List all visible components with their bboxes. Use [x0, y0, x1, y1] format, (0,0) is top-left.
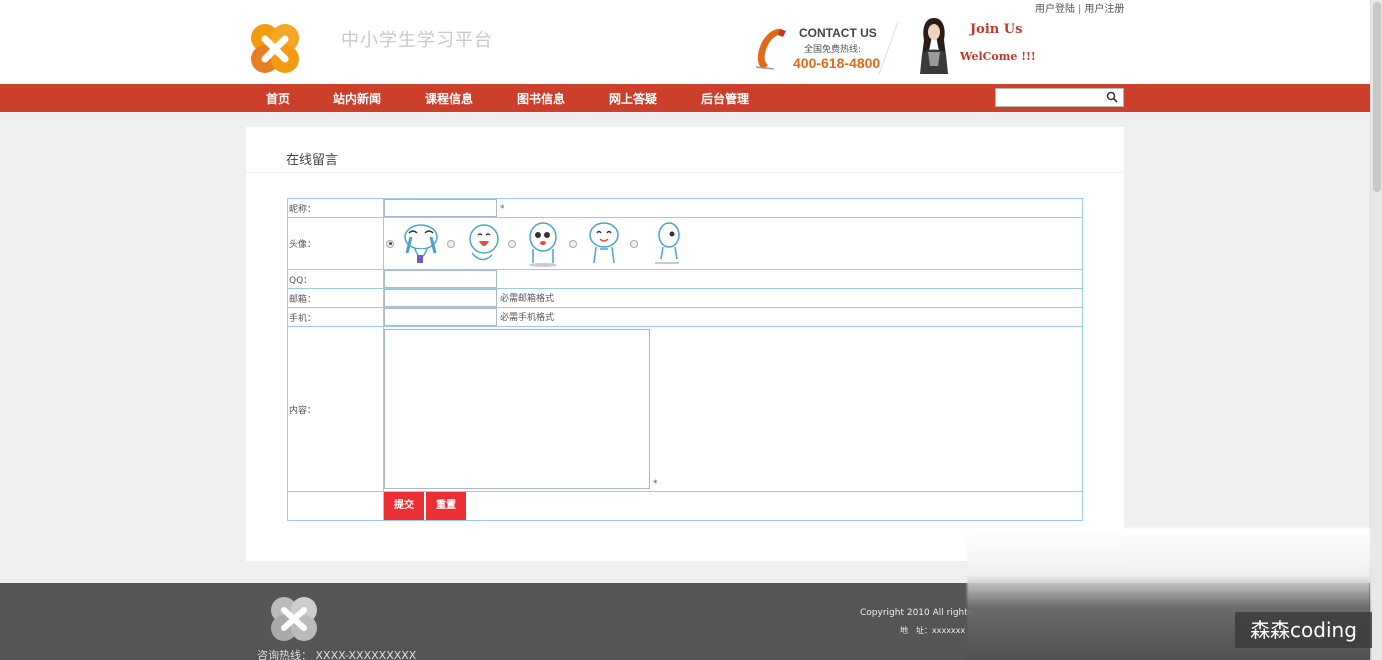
- phone-icon: [755, 28, 786, 70]
- top-links: 用户登陆 | 用户注册: [1035, 0, 1124, 15]
- search-box: [995, 88, 1124, 107]
- avatar-radio-3[interactable]: [508, 239, 516, 248]
- avatar-surprised-icon[interactable]: [519, 219, 567, 269]
- email-hint: 必需邮箱格式: [500, 293, 555, 304]
- qq-input[interactable]: [384, 270, 497, 288]
- nickname-input[interactable]: [384, 199, 497, 217]
- content-textarea[interactable]: [384, 329, 650, 489]
- search-icon[interactable]: [1106, 91, 1118, 103]
- nickname-required-mark: *: [500, 203, 505, 214]
- login-link[interactable]: 用户登陆: [1035, 4, 1075, 15]
- site-header: 中小学生学习平台 用户登陆 | 用户注册 CONTACT US 全国免费热线: 40…: [0, 0, 1370, 84]
- page-scrollbar[interactable]: [1370, 0, 1382, 660]
- footer-logo-icon: [271, 597, 317, 641]
- avatar-radio-2[interactable]: [447, 239, 455, 248]
- nickname-cell: *: [383, 198, 1083, 218]
- welcome-text: WelCome !!!: [960, 50, 1036, 63]
- register-link[interactable]: 用户注册: [1084, 4, 1124, 15]
- nav-item-admin[interactable]: 后台管理: [701, 90, 749, 107]
- nickname-label: 昵称：: [287, 198, 384, 218]
- content-required-mark: *: [653, 479, 658, 489]
- content-label: 内容：: [287, 326, 384, 492]
- footer-address: 地 址：xxxxxxx: [900, 626, 966, 635]
- nav-item-books[interactable]: 图书信息: [517, 90, 565, 107]
- avatar-crying-icon[interactable]: [397, 219, 445, 269]
- nav-item-news[interactable]: 站内新闻: [333, 90, 381, 107]
- avatar-options: [384, 219, 1082, 269]
- phone-hint: 必需手机格式: [500, 312, 555, 323]
- submit-button[interactable]: 提交: [384, 492, 424, 520]
- avatar-radio-4[interactable]: [569, 239, 577, 248]
- avatar-cell: [383, 217, 1083, 270]
- scrollbar-thumb[interactable]: [1373, 2, 1381, 192]
- email-cell: 必需邮箱格式: [383, 288, 1083, 308]
- site-title: 中小学生学习平台: [341, 30, 493, 51]
- contact-subtitle: 全国免费热线:: [804, 45, 862, 55]
- buttons-cell: 提交 重置: [383, 491, 1083, 521]
- message-form: 昵称： * 头像： QQ： 邮箱： 必需邮箱格式 手机： 必需手机格式 内容： …: [287, 198, 1083, 521]
- nav-item-home[interactable]: 首页: [266, 90, 290, 107]
- watermark: 森森coding: [1235, 612, 1372, 648]
- header-divider: [878, 21, 899, 75]
- nav-item-courses[interactable]: 课程信息: [425, 90, 473, 107]
- main-nav: 首页 站内新闻 课程信息 图书信息 网上答疑 后台管理: [0, 84, 1370, 112]
- contact-phone: 400-618-4800: [793, 55, 881, 71]
- site-logo-icon[interactable]: [247, 21, 303, 77]
- content-cell: *: [383, 326, 1083, 492]
- reset-button[interactable]: 重置: [426, 492, 466, 520]
- avatar-happy-icon[interactable]: [580, 219, 628, 269]
- footer-copyright: Copyright 2010 All rights: [860, 608, 973, 618]
- title-divider: [246, 172, 1124, 173]
- avatar-thinking-icon[interactable]: [641, 219, 689, 269]
- person-image: [920, 18, 948, 74]
- footer-hotline: 咨询热线： XXXX-XXXXXXXXX: [257, 649, 417, 660]
- email-input[interactable]: [384, 289, 497, 307]
- phone-cell: 必需手机格式: [383, 307, 1083, 327]
- buttons-label-cell: [287, 491, 384, 521]
- qq-label: QQ：: [287, 269, 384, 289]
- avatar-radio-5[interactable]: [630, 239, 638, 248]
- search-input[interactable]: [996, 89, 1106, 106]
- page-title: 在线留言: [286, 153, 339, 168]
- avatar-label: 头像：: [287, 217, 384, 270]
- nav-item-qa[interactable]: 网上答疑: [609, 90, 657, 107]
- link-separator: |: [1078, 4, 1082, 15]
- contact-title: CONTACT US: [799, 26, 877, 40]
- email-label: 邮箱：: [287, 288, 384, 308]
- join-us-text: Join Us: [970, 22, 1023, 37]
- avatar-laughing-icon[interactable]: [458, 219, 506, 269]
- phone-label: 手机：: [287, 307, 384, 327]
- avatar-radio-1[interactable]: [386, 239, 394, 248]
- phone-input[interactable]: [384, 308, 497, 326]
- qq-cell: [383, 269, 1083, 289]
